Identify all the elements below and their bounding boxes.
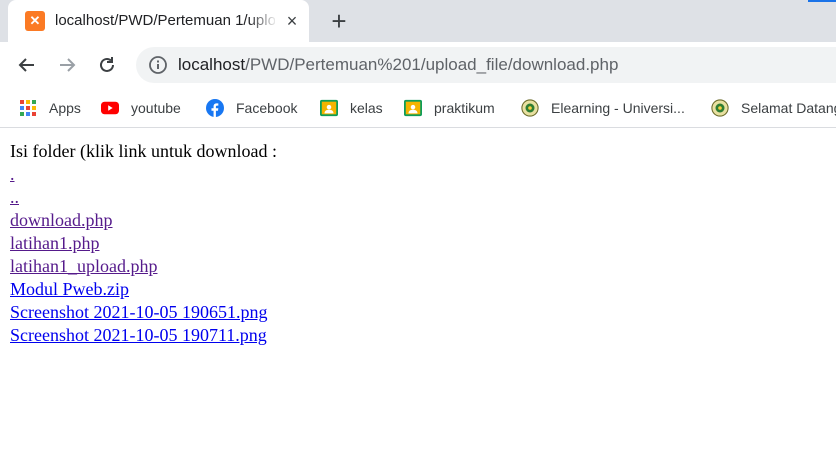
tab-title-fade bbox=[248, 10, 278, 32]
bookmark-label: Facebook bbox=[236, 100, 298, 116]
bookmark-facebook[interactable]: Facebook bbox=[206, 96, 297, 120]
active-tab[interactable]: ✕ localhost/PWD/Pertemuan 1/upload_file/… bbox=[8, 0, 309, 42]
url-host: localhost bbox=[178, 55, 246, 74]
info-icon[interactable] bbox=[148, 55, 168, 75]
university-seal-icon bbox=[521, 99, 539, 117]
tab-strip: ✕ localhost/PWD/Pertemuan 1/upload_file/… bbox=[0, 0, 836, 42]
bookmark-label: Elearning - Universi... bbox=[551, 100, 685, 116]
university-seal-icon bbox=[711, 99, 729, 117]
bookmark-kelas[interactable]: kelas bbox=[320, 96, 383, 120]
bookmark-youtube[interactable]: youtube bbox=[101, 96, 181, 120]
page-content: Isi folder (klik link untuk download : .… bbox=[0, 128, 836, 359]
bookmark-label: kelas bbox=[350, 100, 383, 116]
facebook-icon bbox=[206, 99, 224, 117]
bookmark-label: praktikum bbox=[434, 100, 495, 116]
bookmarks-bar: Apps youtube Facebook kelas praktikum El… bbox=[0, 88, 836, 128]
bookmark-apps[interactable]: Apps bbox=[19, 96, 81, 120]
classroom-icon bbox=[404, 99, 422, 117]
tab-title: localhost/PWD/Pertemuan 1/upload_file/do… bbox=[55, 12, 275, 29]
tab-close-icon[interactable]: × bbox=[282, 11, 302, 31]
url-text[interactable]: localhost/PWD/Pertemuan%201/upload_file/… bbox=[178, 55, 618, 75]
file-list: ... download.php latihan1.php latihan1_uplo… bbox=[10, 163, 826, 347]
file-link[interactable]: latihan1.php bbox=[10, 232, 99, 255]
file-link[interactable]: download.php bbox=[10, 209, 113, 232]
file-link[interactable]: latihan1_upload.php bbox=[10, 255, 157, 278]
address-bar[interactable]: localhost/PWD/Pertemuan%201/upload_file/… bbox=[136, 47, 836, 83]
file-link[interactable]: Screenshot 2021-10-05 190711.png bbox=[10, 324, 267, 347]
toolbar: localhost/PWD/Pertemuan%201/upload_file/… bbox=[0, 42, 836, 88]
reload-icon[interactable] bbox=[93, 51, 121, 79]
youtube-icon bbox=[101, 99, 119, 117]
back-arrow-icon[interactable] bbox=[13, 51, 41, 79]
bookmark-label: Apps bbox=[49, 100, 81, 116]
bookmark-label: youtube bbox=[131, 100, 181, 116]
file-link[interactable]: .. bbox=[10, 186, 19, 209]
window-accent bbox=[808, 0, 836, 2]
url-path: /PWD/Pertemuan%201/upload_file/download.… bbox=[245, 55, 619, 74]
bookmark-selamat-datang[interactable]: Selamat Datang bbox=[711, 96, 836, 120]
bookmark-praktikum[interactable]: praktikum bbox=[404, 96, 495, 120]
new-tab-icon[interactable]: + bbox=[325, 7, 353, 35]
file-link[interactable]: Screenshot 2021-10-05 190651.png bbox=[10, 301, 267, 324]
xampp-icon: ✕ bbox=[25, 11, 45, 31]
page-heading: Isi folder (klik link untuk download : bbox=[10, 141, 277, 161]
file-link[interactable]: . bbox=[10, 163, 15, 186]
file-link[interactable]: Modul Pweb.zip bbox=[10, 278, 129, 301]
classroom-icon bbox=[320, 99, 338, 117]
bookmark-label: Selamat Datang bbox=[741, 100, 836, 116]
apps-grid-icon bbox=[19, 99, 37, 117]
forward-arrow-icon[interactable] bbox=[53, 51, 81, 79]
bookmark-elearning[interactable]: Elearning - Universi... bbox=[521, 96, 685, 120]
